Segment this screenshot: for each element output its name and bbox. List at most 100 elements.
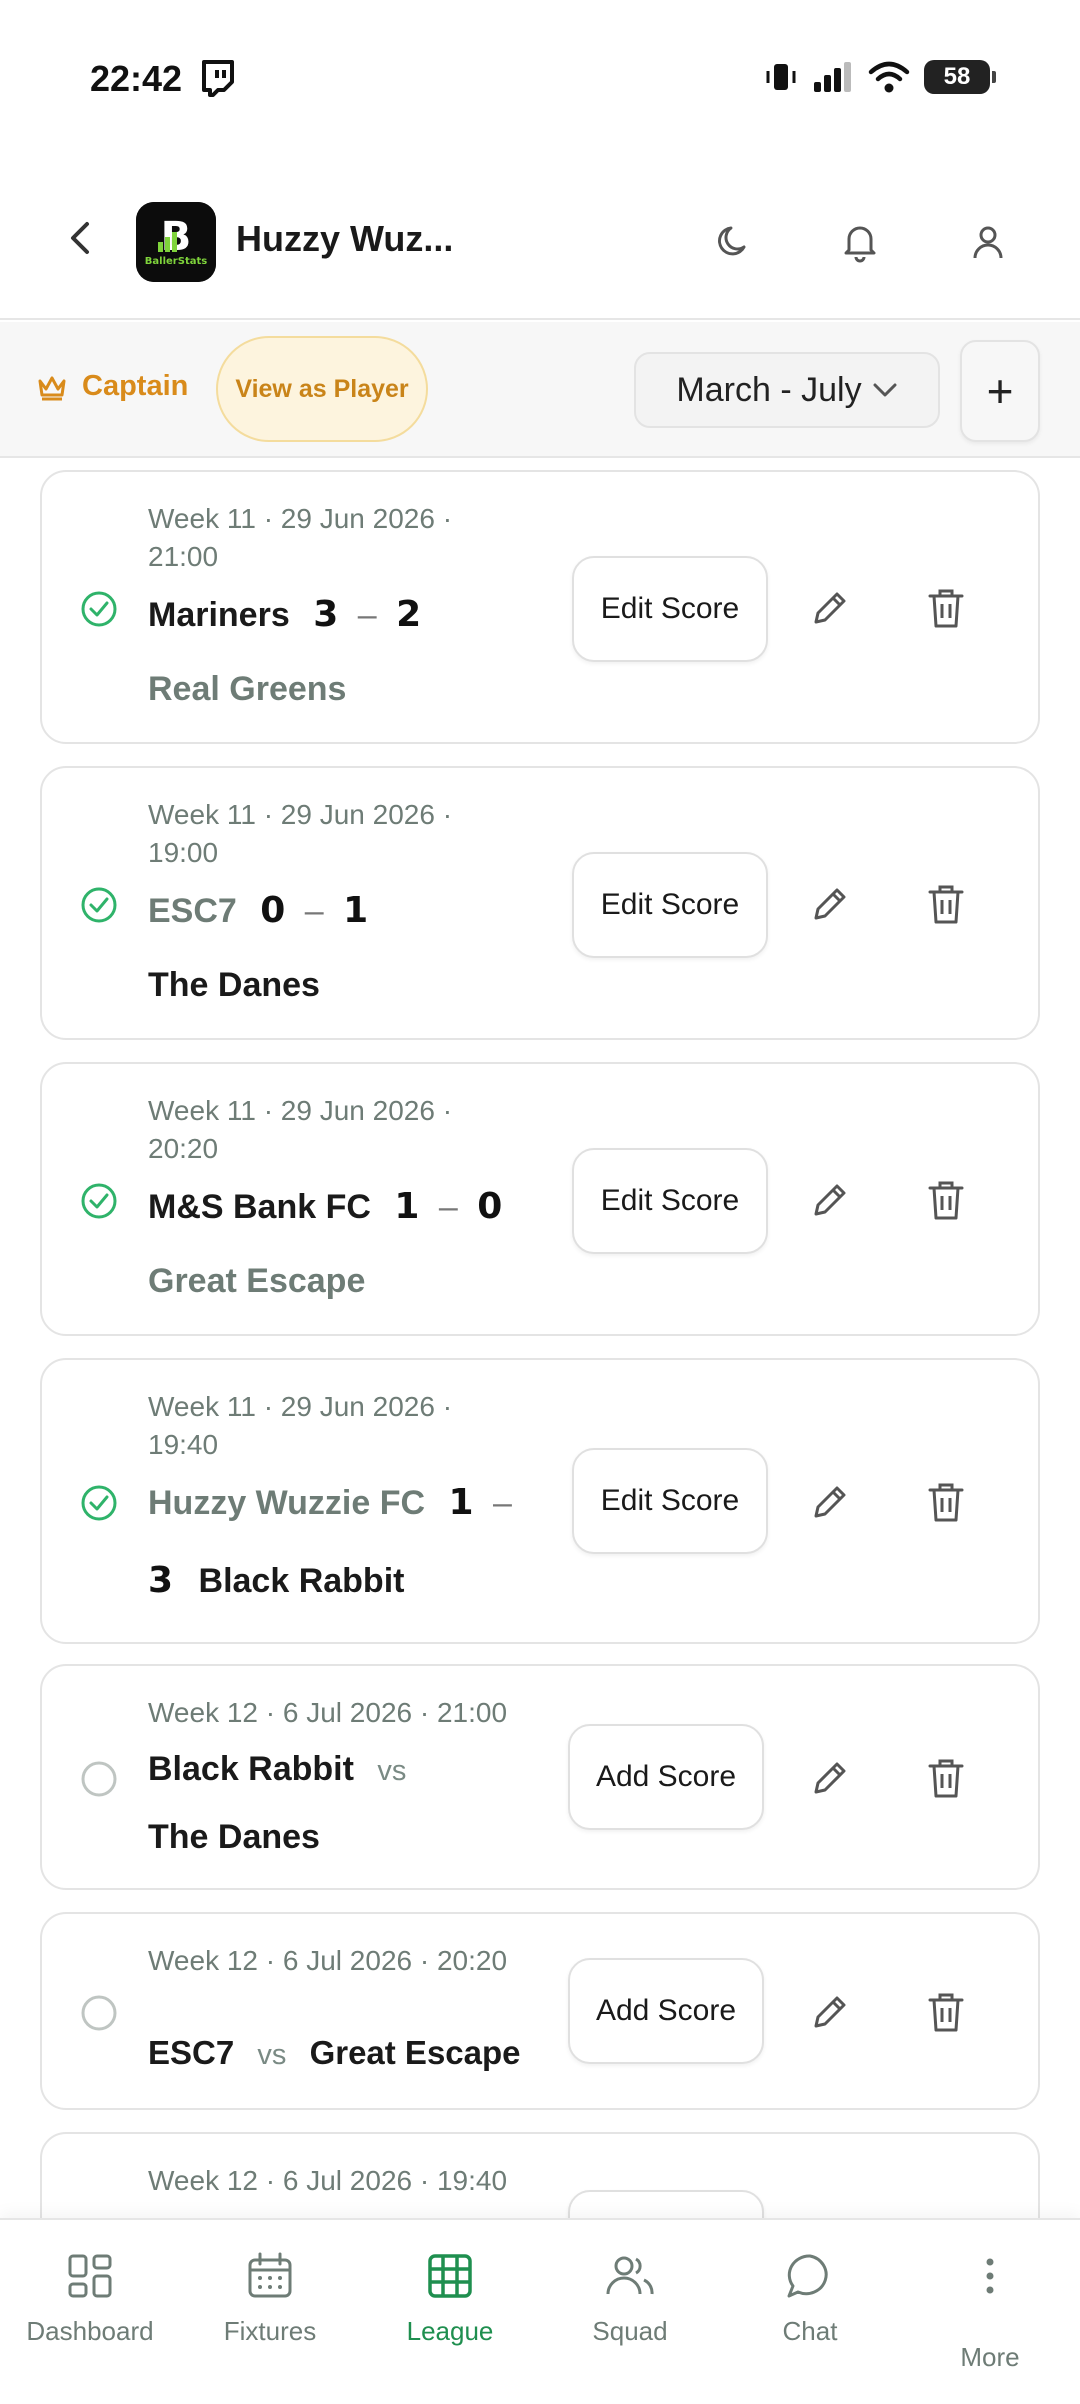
vs-label: vs	[257, 2039, 287, 2071]
edit-score-button[interactable]: Edit Score	[572, 1148, 768, 1254]
baller-stats-logo: B BallerStats	[136, 202, 216, 282]
away-team: The Danes	[148, 1818, 320, 1856]
home-team: Huzzy Wuzzie FC	[148, 1484, 426, 1522]
away-score: 2	[396, 594, 422, 635]
bottom-navigation: Dashboard Fixtures League Squad Chat Mor…	[0, 2218, 1080, 2404]
nav-label: Chat	[782, 2316, 838, 2346]
match-card[interactable]: Week 11 · 29 Jun 2026 · 19:40 Huzzy Wuzz…	[40, 1358, 1040, 1644]
chevron-down-icon	[873, 383, 897, 397]
edit-score-button[interactable]: Edit Score	[572, 1448, 768, 1554]
match-teams: Mariners 3 – 2	[148, 592, 588, 638]
pencil-icon[interactable]	[808, 586, 852, 630]
battery-indicator: 58	[924, 60, 996, 94]
crown-icon	[38, 376, 66, 400]
away-team: Great Escape	[148, 1262, 366, 1300]
match-card[interactable]: Week 12 · 6 Jul 2026 · 20:20 ESC7 vs Gre…	[40, 1912, 1040, 2110]
score-separator: –	[357, 596, 377, 634]
team-name[interactable]: Huzzy Wuz...	[236, 218, 453, 260]
status-indicators: 58	[764, 60, 996, 94]
away-score: 1	[343, 890, 369, 931]
pencil-icon[interactable]	[808, 1756, 852, 1800]
match-teams: ESC7 0 – 1	[148, 888, 588, 934]
home-team: Mariners	[148, 596, 290, 634]
table-icon	[428, 2254, 472, 2298]
nav-more[interactable]: More	[900, 2250, 1080, 2380]
home-team: M&S Bank FC	[148, 1188, 371, 1226]
pencil-icon[interactable]	[808, 1990, 852, 2034]
nav-label: Fixtures	[223, 2316, 317, 2346]
team-toolbar: Captain View as Player March - July +	[0, 322, 1080, 458]
twitch-icon	[202, 60, 234, 97]
check-circle-icon	[81, 887, 117, 923]
pencil-icon[interactable]	[808, 1178, 852, 1222]
match-meta: Week 11 · 29 Jun 2026 · 19:40	[148, 1391, 453, 1460]
bell-icon	[844, 226, 876, 263]
back-button[interactable]	[58, 216, 102, 260]
notifications-button[interactable]	[836, 218, 884, 266]
season-select[interactable]: March - July	[634, 352, 940, 428]
dark-mode-toggle[interactable]	[710, 218, 758, 266]
wifi-icon	[868, 61, 910, 93]
users-icon	[606, 2256, 654, 2295]
season-label: March - July	[676, 370, 862, 409]
nav-squad[interactable]: Squad	[540, 2250, 720, 2380]
away-team: Great Escape	[309, 2034, 521, 2071]
view-as-player-button[interactable]: View as Player	[216, 336, 428, 442]
home-team: ESC7	[148, 2034, 235, 2071]
match-card[interactable]: Week 11 · 29 Jun 2026 · 20:20 M&S Bank F…	[40, 1062, 1040, 1336]
nav-league[interactable]: League	[360, 2250, 540, 2380]
captain-role: Captain	[36, 370, 188, 403]
add-fixture-button[interactable]: +	[960, 340, 1040, 442]
away-score: 0	[477, 1186, 503, 1227]
match-card[interactable]: Week 12 · 6 Jul 2026 · 19:40	[40, 2132, 1040, 2220]
home-score: 0	[260, 890, 286, 931]
match-meta: Week 11 · 29 Jun 2026 · 19:00	[148, 799, 453, 868]
empty-circle-icon	[81, 1995, 117, 2031]
match-teams: M&S Bank FC 1 – 0	[148, 1184, 588, 1230]
trash-icon[interactable]	[926, 1756, 966, 1800]
team-logo[interactable]: B BallerStats	[136, 202, 216, 282]
add-score-button[interactable]	[568, 2190, 764, 2220]
captain-label: Captain	[82, 370, 189, 402]
home-team: ESC7	[148, 892, 237, 930]
vibrate-icon	[766, 64, 796, 90]
match-card[interactable]: Week 11 · 29 Jun 2026 · 19:00 ESC7 0 – 1…	[40, 766, 1040, 1040]
check-circle-icon	[81, 1485, 117, 1521]
score-separator: –	[438, 1188, 458, 1226]
status-bar: 22:42 58	[0, 0, 1080, 160]
nav-fixtures[interactable]: Fixtures	[180, 2250, 360, 2380]
vs-label: vs	[377, 1755, 407, 1787]
match-card[interactable]: Week 11 · 29 Jun 2026 · 21:00 Mariners 3…	[40, 470, 1040, 744]
nav-dashboard[interactable]: Dashboard	[0, 2250, 180, 2380]
nav-label: Squad	[592, 2316, 668, 2346]
trash-icon[interactable]	[926, 882, 966, 926]
nav-chat[interactable]: Chat	[720, 2250, 900, 2380]
nav-label: More	[960, 2342, 1020, 2372]
home-score: 1	[394, 1186, 420, 1227]
check-circle-icon	[81, 1183, 117, 1219]
away-line: 3 Black Rabbit	[148, 1558, 404, 1604]
edit-score-button[interactable]: Edit Score	[572, 852, 768, 958]
more-vertical-icon	[986, 2258, 994, 2294]
edit-score-button[interactable]: Edit Score	[572, 556, 768, 662]
pencil-icon[interactable]	[808, 882, 852, 926]
add-score-button[interactable]: Add Score	[568, 1958, 764, 2064]
away-score: 3	[148, 1560, 174, 1601]
trash-icon[interactable]	[926, 586, 966, 630]
away-team: Black Rabbit	[198, 1562, 405, 1600]
trash-icon[interactable]	[926, 1480, 966, 1524]
home-score: 1	[448, 1482, 474, 1523]
chat-icon	[787, 2254, 828, 2298]
trash-icon[interactable]	[926, 1178, 966, 1222]
check-circle-icon	[81, 591, 117, 627]
profile-button[interactable]	[964, 218, 1012, 266]
trash-icon[interactable]	[926, 1990, 966, 2034]
pencil-icon[interactable]	[808, 1480, 852, 1524]
add-score-button[interactable]: Add Score	[568, 1724, 764, 1830]
match-teams: Black Rabbit vs	[148, 1746, 588, 1794]
app-header: B BallerStats Huzzy Wuz...	[0, 160, 1080, 320]
score-separator: –	[493, 1484, 512, 1522]
user-icon	[973, 226, 1003, 259]
match-card[interactable]: Week 12 · 6 Jul 2026 · 21:00 Black Rabbi…	[40, 1664, 1040, 1890]
status-time: 22:42	[90, 58, 183, 99]
